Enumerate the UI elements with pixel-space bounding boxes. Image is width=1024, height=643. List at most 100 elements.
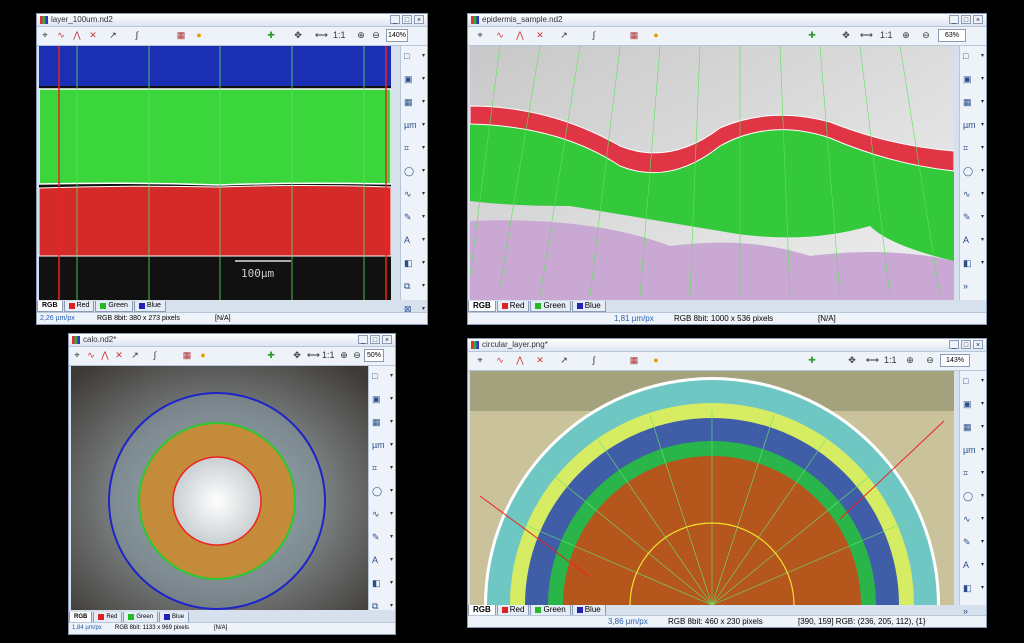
maximize-icon[interactable]: □ <box>402 15 412 24</box>
text-icon[interactable]: A ▾ <box>404 234 425 247</box>
tab-green[interactable]: Green <box>95 301 133 312</box>
text-icon[interactable]: A ▾ <box>372 554 393 567</box>
lut-icon[interactable]: ● <box>650 354 662 367</box>
image-canvas[interactable] <box>470 46 954 300</box>
pointer-icon[interactable]: ⌖ <box>474 29 486 42</box>
zoom-out-icon[interactable]: ⊖ <box>351 349 363 362</box>
ratio-label[interactable]: 1:1 <box>880 29 893 42</box>
export-icon[interactable]: ↗ <box>558 354 570 367</box>
title-bar[interactable]: epidermis_sample.nd2 _ □ × <box>468 14 986 27</box>
ratio-label[interactable]: 1:1 <box>322 349 335 362</box>
layout-icon[interactable]: ◧ ▾ <box>404 257 425 270</box>
ruler-icon[interactable]: ⟷ <box>315 29 328 42</box>
add-channel-icon[interactable]: ✚ <box>806 354 818 367</box>
circular-layer-image[interactable] <box>470 371 954 605</box>
image-window-layer[interactable]: layer_100um.nd2 _ □ × ⌖ ∿ ⋀ ✕ ↗ ∫ ▦ ● ✚ ✥ … <box>36 13 428 325</box>
lut-icon[interactable]: ● <box>193 29 205 42</box>
pencil-icon[interactable]: ✎ ▾ <box>963 536 984 549</box>
close-icon[interactable]: × <box>382 335 392 344</box>
draw-icon[interactable]: ∿ <box>85 349 97 362</box>
fit-icon[interactable]: ✥ <box>291 349 303 362</box>
maximize-icon[interactable]: □ <box>961 15 971 24</box>
zoom-in-icon[interactable]: ⊕ <box>904 354 916 367</box>
pointer-icon[interactable]: ⌖ <box>474 354 486 367</box>
zoom-in-icon[interactable]: ⊕ <box>355 29 367 42</box>
rect-roi-icon[interactable]: □ ▾ <box>404 50 425 63</box>
profile-icon[interactable]: ∿ ▾ <box>963 513 984 526</box>
zoom-select[interactable]: 50% <box>364 349 384 362</box>
export-icon[interactable]: ↗ <box>129 349 141 362</box>
draw-alt-icon[interactable]: ⋀ <box>514 29 526 42</box>
maximize-icon[interactable]: □ <box>370 335 380 344</box>
lut-icon[interactable]: ● <box>197 349 209 362</box>
color-grid-icon[interactable]: ▦ <box>628 29 640 42</box>
ellipse-icon[interactable]: ◯ ▾ <box>963 490 984 503</box>
profile-icon[interactable]: ∿ ▾ <box>963 188 984 201</box>
image-canvas[interactable] <box>71 366 369 610</box>
image-window-calo[interactable]: calo.nd2* _ □ × ⌖ ∿ ⋀ ✕ ↗ ∫ ▦ ● ✚ ✥ ⟷ 1:1 … <box>68 333 396 635</box>
mask-icon[interactable]: ▣ ▾ <box>372 393 393 406</box>
zoom-select[interactable]: 143% <box>940 354 970 367</box>
curve-icon[interactable]: ∫ <box>588 29 600 42</box>
stack-icon[interactable]: ⧉ ▾ <box>404 280 425 293</box>
minimize-icon[interactable]: _ <box>358 335 368 344</box>
image-canvas[interactable] <box>470 371 954 605</box>
tab-rgb[interactable]: RGB <box>468 301 496 312</box>
export-icon[interactable]: ↗ <box>107 29 119 42</box>
minimize-icon[interactable]: _ <box>390 15 400 24</box>
ratio-label[interactable]: 1:1 <box>333 29 346 42</box>
rect-roi-icon[interactable]: □ ▾ <box>963 50 984 63</box>
maximize-icon[interactable]: □ <box>961 340 971 349</box>
mask-icon[interactable]: ▣ ▾ <box>963 398 984 411</box>
fit-icon[interactable]: ✥ <box>846 354 858 367</box>
draw-icon[interactable]: ∿ <box>494 354 506 367</box>
crop-icon[interactable]: ⌗ ▾ <box>404 142 425 155</box>
layout-icon[interactable]: ◧ ▾ <box>963 582 984 595</box>
draw-alt-icon[interactable]: ⋀ <box>71 29 83 42</box>
close-icon[interactable]: × <box>414 15 424 24</box>
mask-icon[interactable]: ▣ ▾ <box>404 73 425 86</box>
grid-icon[interactable]: ▦ ▾ <box>404 96 425 109</box>
pointer-icon[interactable]: ⌖ <box>71 349 83 362</box>
profile-icon[interactable]: ∿ ▾ <box>404 188 425 201</box>
zoom-select[interactable]: 140% <box>386 29 408 42</box>
eraser-icon[interactable]: ✕ <box>534 354 546 367</box>
curve-icon[interactable]: ∫ <box>131 29 143 42</box>
ruler-icon[interactable]: ⟷ <box>860 29 873 42</box>
rect-roi-icon[interactable]: □ ▾ <box>372 370 393 383</box>
crop-icon[interactable]: ⌗ ▾ <box>963 467 984 480</box>
eraser-icon[interactable]: ✕ <box>113 349 125 362</box>
layer-image[interactable]: 100µm <box>39 46 391 300</box>
text-icon[interactable]: A ▾ <box>963 234 984 247</box>
fit-icon[interactable]: ✥ <box>840 29 852 42</box>
eraser-icon[interactable]: ✕ <box>534 29 546 42</box>
tab-blue[interactable]: Blue <box>133 301 166 312</box>
rect-roi-icon[interactable]: □ ▾ <box>963 375 984 388</box>
draw-alt-icon[interactable]: ⋀ <box>514 354 526 367</box>
draw-icon[interactable]: ∿ <box>494 29 506 42</box>
minimize-icon[interactable]: _ <box>949 340 959 349</box>
title-bar[interactable]: calo.nd2* _ □ × <box>69 334 395 347</box>
mask-icon[interactable]: ▣ ▾ <box>963 73 984 86</box>
tab-green[interactable]: Green <box>530 301 571 312</box>
draw-alt-icon[interactable]: ⋀ <box>99 349 111 362</box>
measure-icon[interactable]: µm ▾ <box>963 119 984 132</box>
curve-icon[interactable]: ∫ <box>149 349 161 362</box>
zoom-in-icon[interactable]: ⊕ <box>900 29 912 42</box>
add-channel-icon[interactable]: ✚ <box>265 29 277 42</box>
close-icon[interactable]: × <box>973 340 983 349</box>
export-icon[interactable]: ↗ <box>558 29 570 42</box>
tab-blue[interactable]: Blue <box>571 301 606 312</box>
curve-icon[interactable]: ∫ <box>588 354 600 367</box>
eraser-icon[interactable]: ✕ <box>87 29 99 42</box>
ellipse-icon[interactable]: ◯ ▾ <box>404 165 425 178</box>
zoom-select[interactable]: 63% <box>938 29 966 42</box>
add-channel-icon[interactable]: ✚ <box>265 349 277 362</box>
fit-icon[interactable]: ✥ <box>292 29 304 42</box>
color-grid-icon[interactable]: ▦ <box>181 349 193 362</box>
layout-icon[interactable]: ◧ ▾ <box>372 577 393 590</box>
minimize-icon[interactable]: _ <box>949 15 959 24</box>
layout-icon[interactable]: ◧ ▾ <box>963 257 984 270</box>
ratio-label[interactable]: 1:1 <box>884 354 897 367</box>
pencil-icon[interactable]: ✎ ▾ <box>963 211 984 224</box>
